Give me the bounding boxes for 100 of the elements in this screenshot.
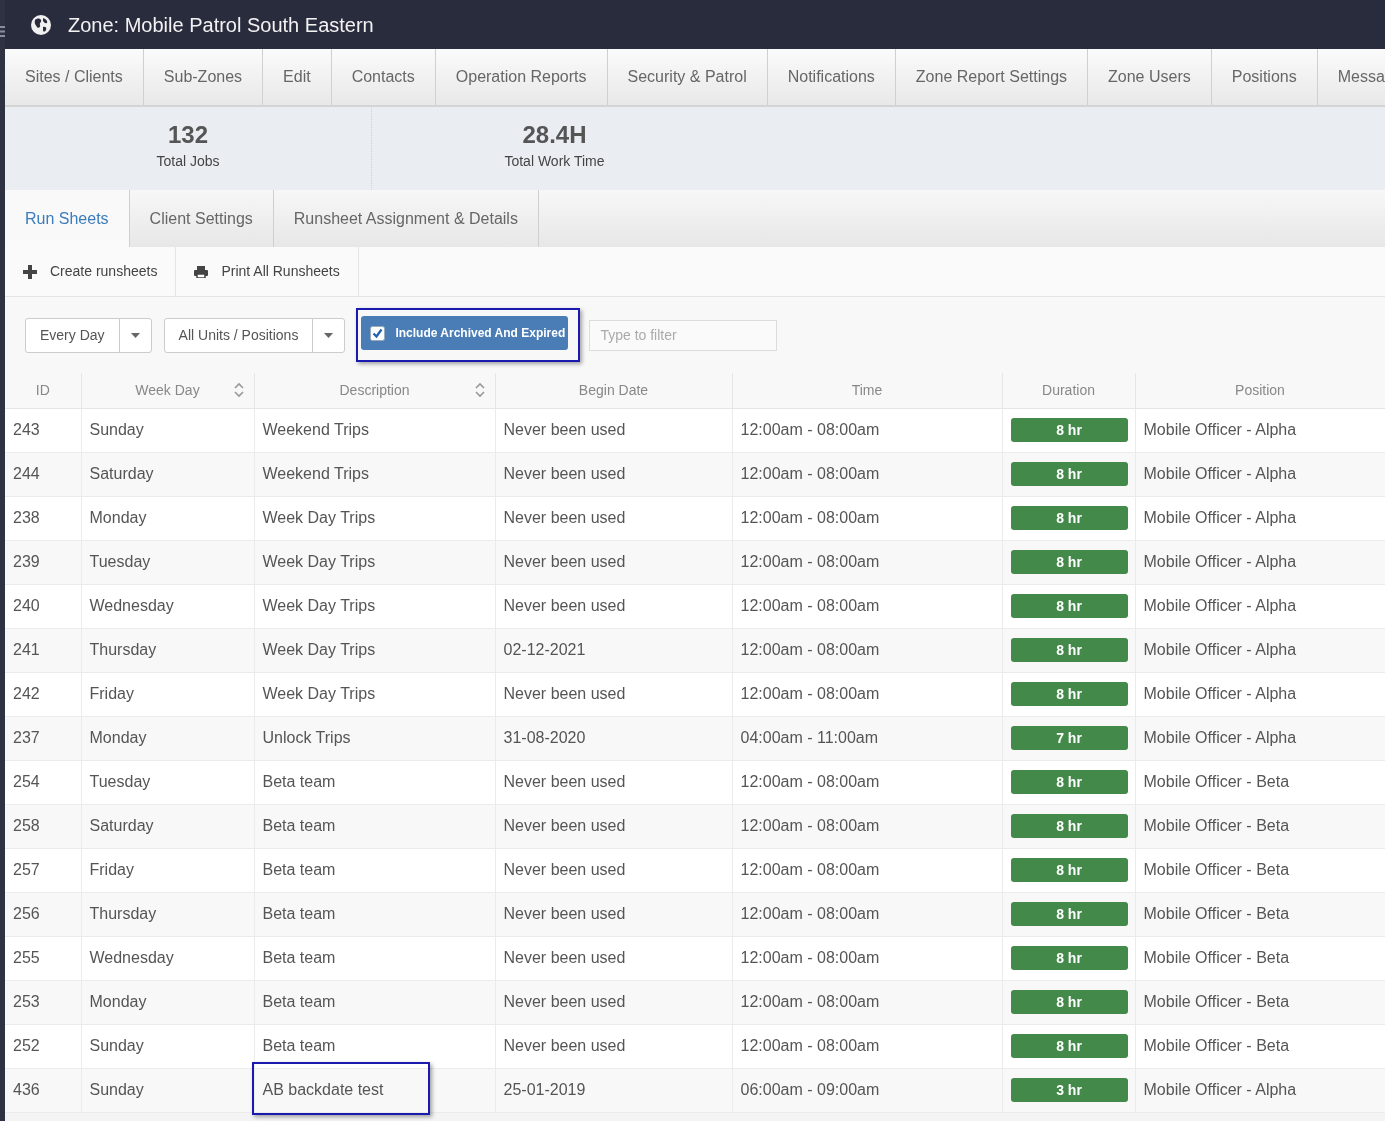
- table-cell: Mobile Officer - Beta: [1135, 936, 1385, 980]
- table-cell: Never been used: [495, 936, 732, 980]
- table-cell: Never been used: [495, 1024, 732, 1068]
- table-cell: 04:00am - 11:00am: [732, 716, 1002, 760]
- duration-badge: 7 hr: [1010, 726, 1128, 750]
- table-cell: Saturday: [81, 804, 254, 848]
- table-cell: 240: [5, 584, 81, 628]
- caret-icon[interactable]: [324, 332, 334, 338]
- table-cell: Wednesday: [81, 584, 254, 628]
- nav-tab[interactable]: Notifications: [767, 49, 896, 105]
- nav-tab[interactable]: Positions: [1211, 49, 1318, 105]
- printer-icon: [194, 265, 209, 278]
- table-cell: Week Day Trips: [254, 540, 495, 584]
- duration-badge: 8 hr: [1010, 506, 1128, 530]
- duration-badge: 8 hr: [1010, 858, 1128, 882]
- duration-badge: 8 hr: [1010, 814, 1128, 838]
- menu-icon[interactable]: [0, 26, 5, 38]
- nav-tab[interactable]: Sub-Zones: [143, 49, 264, 105]
- table-cell: Mobile Officer - Alpha: [1135, 672, 1385, 716]
- table-cell: Mobile Officer - Alpha: [1135, 452, 1385, 496]
- table-cell: Never been used: [495, 892, 732, 936]
- nav-tab[interactable]: Messa: [1317, 49, 1385, 105]
- section-tab[interactable]: Run Sheets: [5, 190, 130, 247]
- table-cell: 12:00am - 08:00am: [732, 452, 1002, 496]
- stat-value: 132: [166, 120, 209, 150]
- table-cell: Mobile Officer - Alpha: [1135, 716, 1385, 760]
- table-cell: 12:00am - 08:00am: [732, 496, 1002, 540]
- filter-input[interactable]: Type to filter: [589, 319, 778, 351]
- toggle-label: Include Archived And Expired: [395, 325, 566, 342]
- table-cell: Never been used: [495, 672, 732, 716]
- table-cell: Never been used: [495, 980, 732, 1024]
- table-cell: Never been used: [495, 584, 732, 628]
- duration-badge: 8 hr: [1010, 550, 1128, 574]
- duration-badge: 8 hr: [1010, 594, 1128, 618]
- nav-tab[interactable]: Security & Patrol: [607, 49, 768, 105]
- table-cell: 12:00am - 08:00am: [732, 804, 1002, 848]
- table-cell: 12:00am - 08:00am: [732, 540, 1002, 584]
- table-cell: Beta team: [254, 760, 495, 804]
- table-cell: 02-12-2021: [495, 628, 732, 672]
- table-cell: Mobile Officer - Beta: [1135, 892, 1385, 936]
- column-header: Position: [1135, 373, 1385, 408]
- table-cell: 31-08-2020: [495, 716, 732, 760]
- table-cell: 258: [5, 804, 81, 848]
- table-cell: Wednesday: [81, 936, 254, 980]
- table-cell: Weekend Trips: [254, 408, 495, 452]
- table-cell: Never been used: [495, 848, 732, 892]
- table-cell: 255: [5, 936, 81, 980]
- table-cell: Friday: [81, 848, 254, 892]
- globe-icon: [31, 14, 51, 35]
- table-cell: Beta team: [254, 892, 495, 936]
- table-cell: 237: [5, 716, 81, 760]
- table-cell: 244: [5, 452, 81, 496]
- table-cell: 12:00am - 08:00am: [732, 936, 1002, 980]
- day-select[interactable]: Every Day: [25, 317, 152, 353]
- table-cell: Sunday: [81, 1068, 254, 1112]
- table-cell: 436: [5, 1068, 81, 1112]
- table-cell: 243: [5, 408, 81, 452]
- column-header: Time: [732, 373, 1002, 408]
- column-header: Begin Date: [495, 373, 732, 408]
- table-cell: Mobile Officer - Beta: [1135, 804, 1385, 848]
- column-header: Duration: [1002, 373, 1135, 408]
- checkbox[interactable]: [370, 325, 386, 341]
- table-cell: Never been used: [495, 760, 732, 804]
- stat-label: Total Work Time: [503, 152, 606, 170]
- table-cell: Never been used: [495, 452, 732, 496]
- table-cell: Monday: [81, 496, 254, 540]
- toolbar-button[interactable]: Create runsheets: [5, 247, 177, 296]
- table-cell: Mobile Officer - Alpha: [1135, 496, 1385, 540]
- column-header[interactable]: Week Day: [81, 373, 254, 408]
- toolbar-button[interactable]: Print All Runsheets: [176, 247, 359, 296]
- nav-tab[interactable]: Contacts: [331, 49, 436, 105]
- archived-toggle[interactable]: Include Archived And Expired: [361, 316, 569, 350]
- nav-tab[interactable]: Operation Reports: [435, 49, 608, 105]
- duration-badge: 8 hr: [1010, 990, 1128, 1014]
- sort-icon[interactable]: [474, 382, 485, 399]
- table-cell: Beta team: [254, 1024, 495, 1068]
- table-cell: Never been used: [495, 408, 732, 452]
- column-header[interactable]: Description: [254, 373, 495, 408]
- table-cell: Sunday: [81, 1024, 254, 1068]
- table-cell: 242: [5, 672, 81, 716]
- table-cell: Thursday: [81, 628, 254, 672]
- table-cell: 253: [5, 980, 81, 1024]
- table-cell: Thursday: [81, 892, 254, 936]
- table-cell: Never been used: [495, 540, 732, 584]
- unit-select[interactable]: All Units / Positions: [163, 317, 346, 353]
- nav-tab[interactable]: Zone Users: [1088, 49, 1212, 105]
- table-cell: 12:00am - 08:00am: [732, 760, 1002, 804]
- table-cell: 257: [5, 848, 81, 892]
- plus-icon: [23, 264, 37, 279]
- stat-value: 28.4H: [521, 120, 588, 150]
- table-cell: Mobile Officer - Beta: [1135, 1024, 1385, 1068]
- table-cell: Weekend Trips: [254, 452, 495, 496]
- sort-icon[interactable]: [233, 382, 244, 399]
- nav-tab[interactable]: Edit: [263, 49, 332, 105]
- caret-icon[interactable]: [130, 332, 140, 338]
- nav-tab[interactable]: Sites / Clients: [5, 49, 144, 105]
- duration-badge: 8 hr: [1010, 638, 1128, 662]
- table-cell: 256: [5, 892, 81, 936]
- nav-tab[interactable]: Zone Report Settings: [895, 49, 1089, 105]
- table-cell: Never been used: [495, 804, 732, 848]
